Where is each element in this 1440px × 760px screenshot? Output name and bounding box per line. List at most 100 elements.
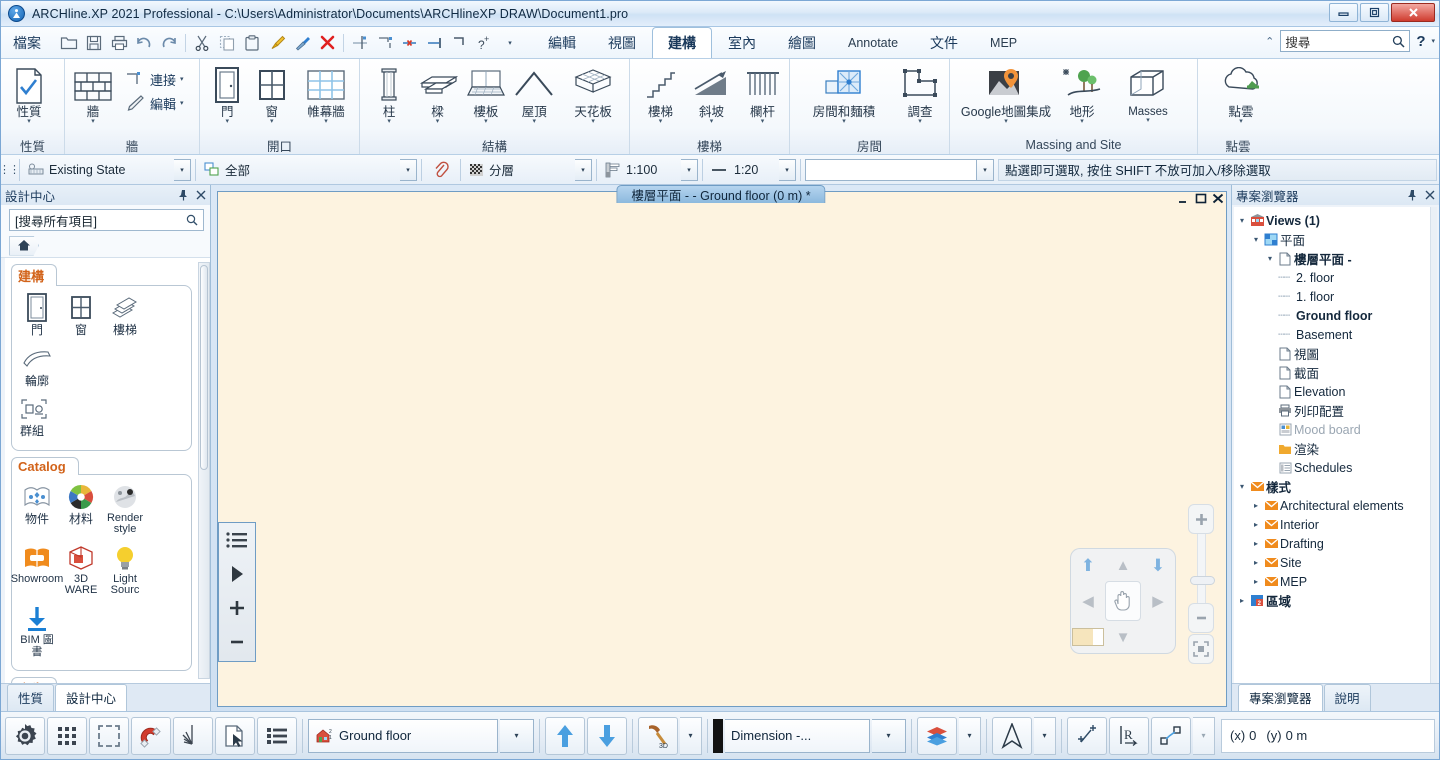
bounding-box-button[interactable]	[89, 716, 129, 755]
tree-item-views[interactable]: ▾ Views (1)	[1236, 211, 1435, 230]
twisty-icon[interactable]: ▸	[1250, 558, 1262, 567]
chevron-down-icon[interactable]: ▾	[324, 118, 328, 125]
nav-up-blue-icon[interactable]: ⬆	[1081, 557, 1095, 574]
ribbon-button-slab[interactable]: 樓板 ▾	[463, 63, 509, 127]
ribbon-button-column[interactable]: 柱 ▾	[366, 63, 412, 127]
corner-icon[interactable]	[448, 30, 472, 56]
ribbon-button-wall-edit[interactable]: 編輯 ▾	[121, 91, 187, 115]
qat-overflow-caret-icon[interactable]: ▾	[498, 30, 522, 56]
undo-icon[interactable]	[132, 30, 156, 56]
tree-item-ground-floor[interactable]: ┄┄ Ground floor	[1236, 306, 1435, 325]
dimension-single-icon[interactable]	[423, 30, 447, 56]
tree-item-view[interactable]: 視圖	[1236, 344, 1435, 363]
redo-icon[interactable]	[157, 30, 181, 56]
eyedropper-icon[interactable]	[290, 30, 314, 56]
section-title-catalog[interactable]: Catalog	[11, 456, 79, 475]
twisty-icon[interactable]: ▸	[1250, 577, 1262, 586]
snap-point-button[interactable]	[1067, 716, 1107, 755]
ribbon-button-google-maps[interactable]: Google地圖集成 ▾	[958, 63, 1054, 127]
link-paperclip-icon[interactable]	[426, 157, 456, 183]
polyline-button[interactable]	[1151, 716, 1191, 755]
zoom-slider-rail[interactable]	[1189, 534, 1215, 603]
chevron-down-icon[interactable]: ▾	[842, 118, 846, 125]
minimize-button[interactable]	[1329, 3, 1358, 22]
paste-icon[interactable]	[240, 30, 264, 56]
ribbon-button-point-cloud[interactable]: 點雲 ▾	[1206, 63, 1276, 127]
color-swatch-icon[interactable]	[1072, 628, 1104, 646]
chevron-down-icon[interactable]: ▾	[91, 118, 95, 125]
close-icon[interactable]	[1425, 190, 1435, 200]
line-scale-combo-arrow[interactable]: ▾	[779, 158, 796, 181]
chevron-down-icon[interactable]: ▾	[387, 118, 391, 125]
chevron-down-icon[interactable]: ▾	[180, 75, 184, 83]
tree-item-site[interactable]: ▸ Site	[1236, 553, 1435, 572]
ribbon-button-survey[interactable]: 調查 ▾	[894, 63, 946, 127]
chevron-down-icon[interactable]: ▾	[918, 118, 922, 125]
delete-icon[interactable]	[315, 30, 339, 56]
twisty-icon[interactable]: ▸	[1250, 501, 1262, 510]
dc-item-stair[interactable]: 樓梯	[104, 292, 146, 337]
tree-item-styles[interactable]: ▾ 樣式	[1236, 477, 1435, 496]
pan-hand-icon[interactable]	[1105, 581, 1141, 621]
nav-down-gray-icon[interactable]: ▼	[1116, 630, 1131, 645]
chevron-down-icon[interactable]: ▾	[1239, 118, 1243, 125]
tree-item-print-layout[interactable]: 列印配置	[1236, 401, 1435, 420]
select-cursor-button[interactable]	[215, 716, 255, 755]
tab-edit[interactable]: 編輯	[532, 27, 592, 58]
scale-combo[interactable]: 1:100	[601, 159, 681, 181]
maximize-icon[interactable]	[1195, 193, 1207, 204]
menu-list-icon[interactable]	[226, 529, 248, 551]
grid-snap-button[interactable]	[47, 716, 87, 755]
tree-item-floor-plan[interactable]: ▾ 樓層平面 -	[1236, 249, 1435, 268]
dc-item-3d-warehouse[interactable]: 3D WARE	[60, 542, 102, 597]
dimension-combo[interactable]: Dimension -...	[725, 718, 870, 753]
dc-item-group[interactable]: 群組	[16, 393, 187, 438]
copy-icon[interactable]	[215, 30, 239, 56]
ribbon-button-ceiling[interactable]: 天花板 ▾	[559, 63, 627, 127]
existing-state-combo[interactable]: Existing State	[24, 159, 174, 181]
ribbon-button-railing[interactable]: 欄杆 ▾	[738, 63, 787, 127]
list-button[interactable]	[257, 716, 297, 755]
magnet-snap-button[interactable]	[131, 716, 171, 755]
twisty-icon[interactable]: ▸	[1250, 520, 1262, 529]
chevron-down-icon[interactable]: ▾	[710, 118, 714, 125]
zoom-out-button[interactable]	[1188, 603, 1214, 633]
tab-annotate[interactable]: Annotate	[832, 27, 914, 58]
twisty-icon[interactable]: ▸	[1250, 539, 1262, 548]
ribbon-button-room-area[interactable]: 房間和麵積 ▾	[796, 63, 892, 127]
layers-arrow[interactable]: ▾	[959, 716, 981, 755]
right-tab-project-navigator[interactable]: 專案瀏覽器	[1238, 684, 1323, 711]
tree-item-section[interactable]: 截面	[1236, 363, 1435, 382]
tree-item-plan[interactable]: ▾ 平面	[1236, 230, 1435, 249]
radius-button[interactable]: R	[1109, 716, 1149, 755]
dc-item-objects[interactable]: 物件	[16, 481, 58, 536]
left-tab-properties[interactable]: 性質	[7, 684, 55, 711]
pin-icon[interactable]	[178, 189, 189, 201]
chevron-down-icon[interactable]: ▾	[1004, 118, 1008, 125]
dc-item-light-source[interactable]: Light Sourc	[104, 542, 146, 597]
nav-up-gray-icon[interactable]: ▲	[1116, 558, 1131, 573]
chevron-up-icon[interactable]: ⌃	[1265, 35, 1274, 48]
dc-item-materials[interactable]: 材料	[60, 481, 102, 536]
zoom-slider-thumb[interactable]	[1189, 576, 1215, 585]
left-tab-design-center[interactable]: 設計中心	[55, 684, 128, 711]
plus-icon[interactable]	[228, 597, 246, 619]
chevron-down-icon[interactable]: ▾	[484, 118, 488, 125]
layers-button[interactable]	[917, 716, 957, 755]
tree-item-zones[interactable]: ▸ 2 區域	[1236, 591, 1435, 610]
help-button[interactable]: ?	[1416, 33, 1425, 50]
chevron-down-icon[interactable]: ▾	[436, 118, 440, 125]
ribbon-button-wall[interactable]: 牆 ▾	[67, 63, 119, 127]
empty-combo-arrow[interactable]: ▾	[977, 158, 994, 181]
home-icon[interactable]	[9, 235, 39, 256]
twisty-icon[interactable]: ▾	[1250, 235, 1262, 244]
polyline-arrow[interactable]: ▾	[1193, 716, 1215, 755]
chevron-down-icon[interactable]: ▾	[591, 118, 595, 125]
twisty-icon[interactable]: ▾	[1264, 254, 1276, 263]
close-button[interactable]	[1391, 3, 1435, 22]
help-query-icon[interactable]: ? +	[473, 30, 497, 56]
ribbon-button-stair[interactable]: 樓梯 ▾	[636, 63, 685, 127]
dc-item-profile[interactable]: 輪廓	[16, 343, 58, 388]
paintbrush-icon[interactable]	[265, 30, 289, 56]
tab-mep[interactable]: MEP	[974, 27, 1033, 58]
